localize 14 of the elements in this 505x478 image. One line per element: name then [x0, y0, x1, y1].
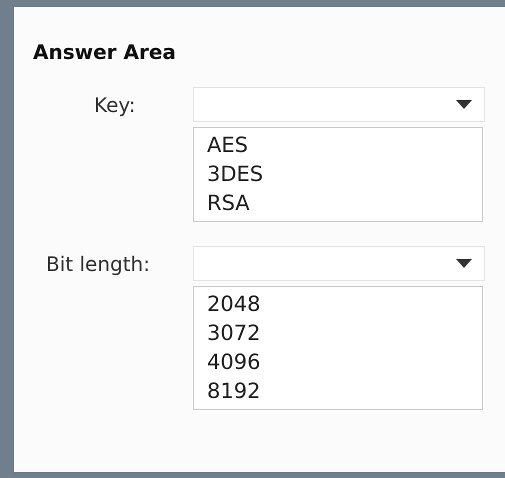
option[interactable]: RSA [207, 189, 469, 218]
option[interactable]: AES [207, 131, 469, 160]
dropdown[interactable] [193, 87, 485, 122]
dropdown[interactable] [193, 246, 485, 281]
field-label: Bit length: [46, 250, 150, 278]
option[interactable]: 3072 [207, 319, 469, 348]
option[interactable]: 3DES [207, 160, 469, 189]
caret-icon [456, 259, 472, 268]
option[interactable]: 4096 [207, 348, 469, 377]
option[interactable]: 8192 [207, 377, 469, 406]
caret-icon [456, 100, 472, 109]
field-label: Key: [94, 92, 136, 118]
option[interactable]: 2048 [207, 290, 469, 319]
panel-title: Answer Area [33, 39, 177, 66]
